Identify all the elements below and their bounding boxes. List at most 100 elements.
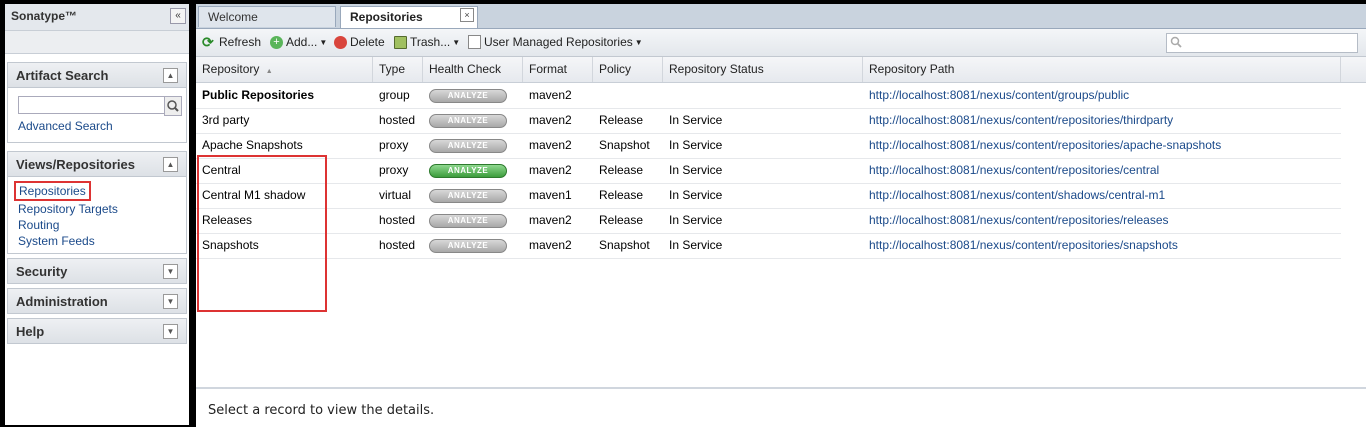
chevron-down-icon: ▼	[634, 37, 643, 47]
column-header-repository[interactable]: Repository ▲	[196, 57, 373, 82]
sidebar: Sonatype™ « Artifact Search ▲ Advanced S…	[5, 4, 189, 425]
user-managed-repositories-button[interactable]: User Managed Repositories ▼	[468, 35, 643, 49]
cell-repository: Central	[202, 163, 241, 177]
views-repositories-header[interactable]: Views/Repositories ▲	[7, 151, 187, 177]
cell-repository-path[interactable]: http://localhost:8081/nexus/content/repo…	[863, 158, 1341, 183]
cell-repository-path[interactable]: http://localhost:8081/nexus/content/repo…	[863, 233, 1341, 258]
artifact-search-header[interactable]: Artifact Search ▲	[7, 62, 187, 88]
cell-health-check: ANALYZE	[423, 233, 523, 258]
help-header[interactable]: Help ▼	[7, 318, 187, 344]
cell-repository-path[interactable]: http://localhost:8081/nexus/content/repo…	[863, 208, 1341, 233]
column-header-repository-status[interactable]: Repository Status	[663, 57, 863, 82]
cell-repository: Releases	[202, 213, 253, 227]
column-header-repository-path[interactable]: Repository Path	[863, 57, 1341, 82]
cell-format: maven2	[529, 88, 572, 102]
analyze-button[interactable]: ANALYZE	[429, 164, 507, 178]
cell-repository: Central M1 shadow	[202, 188, 306, 202]
cell-format: maven2	[529, 113, 572, 127]
cell-policy: Release	[599, 113, 644, 127]
cell-repository-status: In Service	[669, 138, 723, 152]
cell-policy: Release	[599, 213, 644, 227]
main-area: Welcome Repositories × ⟳ Refresh + Add..…	[196, 4, 1366, 427]
user-managed-label: User Managed Repositories	[484, 35, 633, 49]
add-button[interactable]: + Add... ▼	[270, 35, 327, 49]
cell-health-check: ANALYZE	[423, 158, 523, 183]
artifact-search-body: Advanced Search	[7, 88, 187, 143]
analyze-button[interactable]: ANALYZE	[429, 139, 507, 153]
document-icon	[468, 35, 481, 49]
brand-bar: Sonatype™ «	[5, 4, 189, 31]
table-row[interactable]: Central M1 shadow virtual ANALYZE maven1 Rel…	[196, 183, 1341, 209]
sidebar-item-repositories[interactable]: Repositories	[19, 183, 86, 199]
delete-icon	[334, 35, 347, 49]
toolbar: ⟳ Refresh + Add... ▼ Delete Trash... ▼ U…	[196, 29, 1366, 57]
search-icon	[1170, 36, 1182, 51]
column-header-policy[interactable]: Policy	[593, 57, 663, 82]
cell-type: proxy	[379, 138, 409, 152]
cell-type: hosted	[379, 113, 416, 127]
selected-highlight: Repositories	[14, 181, 91, 201]
analyze-button[interactable]: ANALYZE	[429, 189, 507, 203]
column-header-type[interactable]: Type	[373, 57, 423, 82]
brand-strip	[5, 31, 189, 54]
table-row[interactable]: Public Repositories group ANALYZE maven2 htt…	[196, 83, 1341, 109]
column-header-format[interactable]: Format	[523, 57, 593, 82]
refresh-button[interactable]: ⟳ Refresh	[202, 35, 261, 50]
views-repositories-body: Repositories Repository Targets Routing …	[7, 177, 187, 254]
advanced-search-link[interactable]: Advanced Search	[18, 118, 176, 134]
table-row[interactable]: Releases hosted ANALYZE maven2 Release In Ser…	[196, 208, 1341, 234]
cell-repository: Apache Snapshots	[202, 138, 303, 152]
tab-welcome[interactable]: Welcome	[198, 6, 336, 27]
table-row[interactable]: Central proxy ANALYZE maven2 Release In Servi…	[196, 158, 1341, 184]
administration-header[interactable]: Administration ▼	[7, 288, 187, 314]
search-icon[interactable]	[164, 96, 182, 116]
sidebar-item-repository-targets[interactable]: Repository Targets	[18, 201, 176, 217]
cell-repository-status: In Service	[669, 238, 723, 252]
tab-repositories[interactable]: Repositories ×	[340, 6, 478, 28]
cell-format: maven2	[529, 163, 572, 177]
cell-repository-path[interactable]: http://localhost:8081/nexus/content/grou…	[863, 83, 1341, 108]
chevron-down-icon[interactable]: ▼	[163, 324, 178, 339]
cell-health-check: ANALYZE	[423, 108, 523, 133]
chevron-down-icon: ▼	[319, 37, 328, 47]
analyze-button[interactable]: ANALYZE	[429, 214, 507, 228]
filter-input[interactable]	[1166, 33, 1358, 53]
analyze-button[interactable]: ANALYZE	[429, 89, 507, 103]
column-header-repository-label: Repository	[202, 62, 260, 76]
cell-policy: Release	[599, 163, 644, 177]
views-repositories-title: Views/Repositories	[16, 157, 135, 172]
trash-button[interactable]: Trash... ▼	[394, 35, 460, 49]
sidebar-item-routing[interactable]: Routing	[18, 217, 176, 233]
cell-type: proxy	[379, 163, 409, 177]
chevron-up-icon[interactable]: ▲	[163, 68, 178, 83]
security-header[interactable]: Security ▼	[7, 258, 187, 284]
cell-health-check: ANALYZE	[423, 183, 523, 208]
table-row[interactable]: Snapshots hosted ANALYZE maven2 Snapshot In S…	[196, 233, 1341, 259]
collapse-sidebar-button[interactable]: «	[170, 8, 186, 24]
column-header-health-check[interactable]: Health Check	[423, 57, 523, 82]
cell-health-check: ANALYZE	[423, 133, 523, 158]
cell-repository-path[interactable]: http://localhost:8081/nexus/content/repo…	[863, 108, 1341, 133]
brand-title: Sonatype™	[11, 9, 78, 23]
table-row[interactable]: Apache Snapshots proxy ANALYZE maven2 Snapsh…	[196, 133, 1341, 159]
tab-strip: Welcome Repositories ×	[196, 4, 1366, 29]
chevron-down-icon[interactable]: ▼	[163, 294, 178, 309]
cell-repository-path[interactable]: http://localhost:8081/nexus/content/repo…	[863, 133, 1341, 158]
table-row[interactable]: 3rd party hosted ANALYZE maven2 Release In Se…	[196, 108, 1341, 134]
cell-type: hosted	[379, 238, 416, 252]
cell-repository-status: In Service	[669, 188, 723, 202]
analyze-button[interactable]: ANALYZE	[429, 239, 507, 253]
delete-button[interactable]: Delete	[334, 35, 385, 49]
add-icon: +	[270, 35, 283, 49]
cell-repository-path[interactable]: http://localhost:8081/nexus/content/shad…	[863, 183, 1341, 208]
chevron-up-icon[interactable]: ▲	[163, 157, 178, 172]
cell-repository: Snapshots	[202, 238, 259, 252]
artifact-search-input[interactable]	[18, 96, 166, 114]
close-icon[interactable]: ×	[460, 8, 474, 22]
repositories-grid: Repository ▲ Type Health Check Format Po…	[196, 57, 1366, 387]
chevron-down-icon[interactable]: ▼	[163, 264, 178, 279]
sidebar-item-system-feeds[interactable]: System Feeds	[18, 233, 176, 249]
administration-title: Administration	[16, 294, 108, 309]
analyze-button[interactable]: ANALYZE	[429, 114, 507, 128]
cell-policy	[593, 83, 663, 108]
